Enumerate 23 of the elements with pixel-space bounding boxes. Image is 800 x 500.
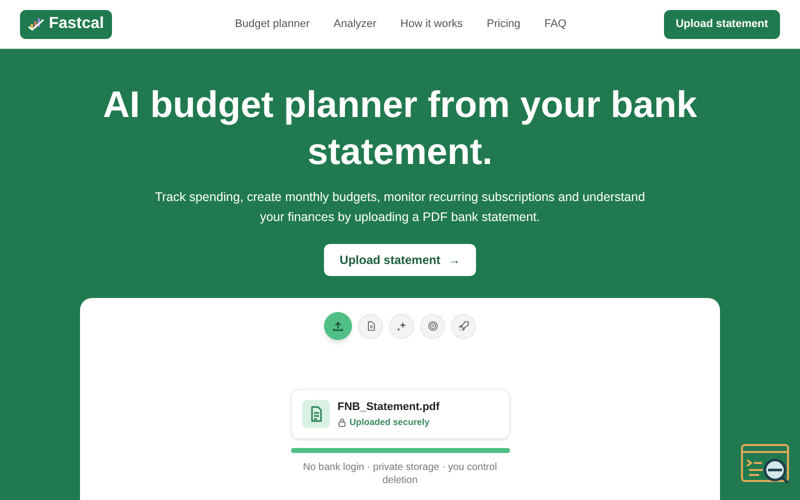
sparkle-icon: [396, 320, 408, 332]
target-icon: [426, 320, 438, 332]
upload-button[interactable]: Upload statement →: [324, 244, 476, 276]
hero-title: AI budget planner from your bank statement.: [102, 83, 698, 174]
nav-link[interactable]: Budget planner: [235, 16, 310, 32]
hero-subtitle: Track spending, create monthly budgets, monitor recurring subscriptions and understand your finances by uploading a PDF bank statement.: [154, 189, 646, 226]
lock-icon: [338, 418, 346, 427]
document-icon: [302, 400, 330, 428]
nav-link[interactable]: Analyzer: [334, 16, 376, 32]
upload-button[interactable]: Upload statement: [664, 10, 780, 38]
upload-icon: [332, 320, 344, 332]
step-button[interactable]: [420, 314, 445, 338]
upload-status: Uploaded securely: [350, 416, 430, 429]
privacy-note: No bank login · private storage · you control deletion: [302, 461, 498, 487]
brand-name: Fastcal: [48, 14, 104, 34]
step-button[interactable]: [324, 312, 352, 340]
nav-link[interactable]: How it works: [400, 16, 463, 32]
file-name: FNB_Statement.pdf: [338, 400, 440, 415]
nav-link[interactable]: FAQ: [544, 16, 566, 32]
nav-link[interactable]: Pricing: [486, 16, 520, 32]
step-button[interactable]: [451, 314, 476, 338]
brand-logo[interactable]: Fastcal: [20, 10, 112, 38]
step-button[interactable]: [358, 314, 383, 338]
